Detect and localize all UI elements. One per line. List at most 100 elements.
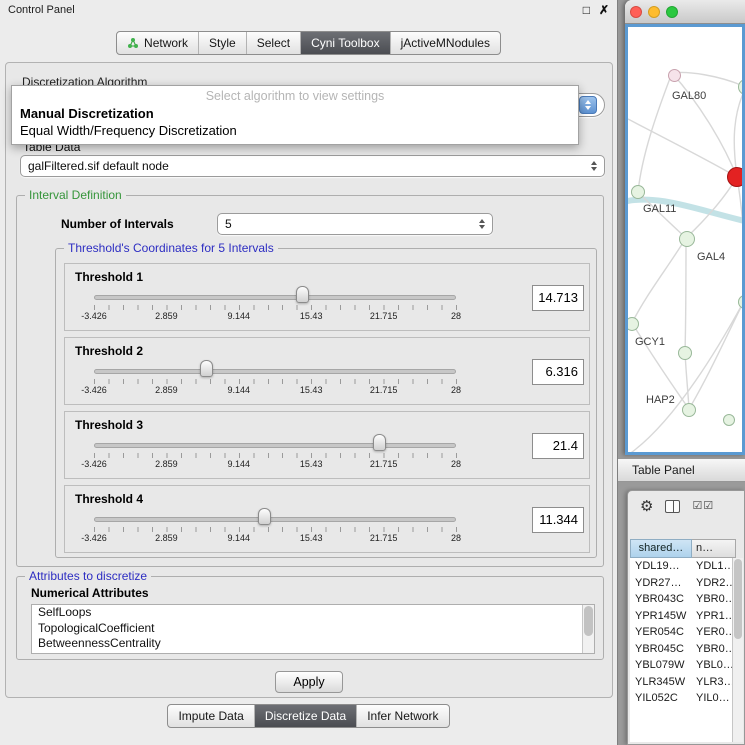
slider-thumb[interactable]	[200, 360, 213, 377]
slider-track[interactable]	[94, 369, 456, 374]
table-data-combobox[interactable]: galFiltered.sif default node	[20, 155, 605, 177]
cell[interactable]: YBL0…	[692, 657, 734, 674]
list-item[interactable]: SelfLoops	[32, 605, 594, 621]
tab-network-label: Network	[144, 36, 188, 50]
threshold-value-field[interactable]: 14.713	[532, 285, 584, 311]
threshold-value-field[interactable]: 21.4	[532, 433, 584, 459]
close-window-icon[interactable]: ✗	[599, 3, 609, 17]
cell[interactable]: YLR345W	[630, 674, 692, 691]
network-node[interactable]	[625, 317, 639, 331]
tab-infer-network[interactable]: Infer Network	[356, 705, 448, 727]
slider-thumb[interactable]	[296, 286, 309, 303]
cell[interactable]: YPR1…	[692, 608, 734, 625]
columns-icon[interactable]	[665, 500, 680, 513]
threshold-slider[interactable]: -3.426 2.859 9.144 15.43 21.715 28	[94, 412, 456, 480]
slider-track[interactable]	[94, 295, 456, 300]
number-of-intervals-combobox[interactable]: 5	[217, 213, 493, 235]
close-traffic-light-icon[interactable]	[630, 6, 642, 18]
tab-jactivemnodules-label: jActiveMNodules	[401, 36, 490, 50]
list-item[interactable]: TopologicalCoefficient	[32, 621, 594, 637]
combobox-stepper-icon[interactable]	[479, 219, 485, 229]
cell[interactable]: YBR045C	[630, 641, 692, 658]
slider-track[interactable]	[94, 517, 456, 522]
tab-discretize-data[interactable]: Discretize Data	[254, 705, 356, 727]
table-row[interactable]: YPR145WYPR1…	[630, 608, 734, 625]
threshold-value-field[interactable]: 6.316	[532, 359, 584, 385]
scrollbar-thumb[interactable]	[734, 559, 742, 639]
threshold-value-field[interactable]: 11.344	[532, 507, 584, 533]
axis-tick-label: 15.43	[300, 385, 323, 395]
tab-jactivemnodules[interactable]: jActiveMNodules	[390, 32, 500, 54]
float-window-icon[interactable]: □	[583, 3, 590, 17]
column-header-name[interactable]: n…	[692, 539, 736, 558]
attributes-scrollbar[interactable]	[582, 605, 594, 653]
tab-network[interactable]: Network	[117, 32, 198, 54]
network-node[interactable]	[679, 231, 695, 247]
threshold-slider[interactable]: -3.426 2.859 9.144 15.43 21.715 28	[94, 338, 456, 406]
cell[interactable]: YIL0…	[692, 690, 734, 707]
slider-track[interactable]	[94, 443, 456, 448]
network-node[interactable]	[631, 185, 645, 199]
tab-impute-data[interactable]: Impute Data	[168, 705, 253, 727]
table-panel-header[interactable]: Table Panel	[618, 458, 745, 482]
table-row[interactable]: YIL052CYIL0…	[630, 690, 734, 707]
attributes-list[interactable]: SelfLoops TopologicalCoefficient Between…	[31, 604, 595, 654]
tab-style-label: Style	[209, 36, 236, 50]
cell[interactable]: YER0…	[692, 624, 734, 641]
tab-cyni-toolbox[interactable]: Cyni Toolbox	[300, 32, 389, 54]
cell[interactable]: YBL079W	[630, 657, 692, 674]
slider-ticks	[94, 379, 457, 384]
checkboxes-icon[interactable]: ☑☑	[692, 501, 714, 512]
combobox-stepper-icon[interactable]	[579, 96, 597, 114]
slider-thumb[interactable]	[373, 434, 386, 451]
popup-option-equal-width[interactable]: Equal Width/Frequency Discretization	[12, 122, 578, 139]
cell[interactable]: YDL1…	[692, 558, 734, 575]
network-node[interactable]	[668, 69, 681, 82]
tab-select[interactable]: Select	[246, 32, 300, 54]
list-item[interactable]: BetweennessCentrality	[32, 636, 594, 652]
cell[interactable]: YDL19…	[630, 558, 692, 575]
slider-thumb[interactable]	[258, 508, 271, 525]
network-node[interactable]	[682, 403, 696, 417]
network-node[interactable]	[738, 295, 745, 309]
numerical-attributes-label: Numerical Attributes	[31, 586, 149, 600]
cell[interactable]: YPR145W	[630, 608, 692, 625]
axis-tick-label: 15.43	[300, 533, 323, 543]
cell[interactable]: YBR0…	[692, 591, 734, 608]
gear-icon[interactable]: ⚙	[640, 499, 653, 514]
network-node[interactable]	[723, 414, 735, 426]
apply-button[interactable]: Apply	[275, 671, 343, 693]
column-header-shared-name[interactable]: shared…	[630, 539, 692, 558]
network-node[interactable]	[678, 346, 692, 360]
table-scrollbar[interactable]	[732, 558, 743, 742]
network-node-selected[interactable]	[727, 167, 745, 187]
cell[interactable]: YDR2…	[692, 575, 734, 592]
tab-style[interactable]: Style	[198, 32, 246, 54]
axis-tick-label: 28	[451, 385, 461, 395]
control-panel-window: Control Panel □ ✗ Network Style Select C…	[0, 0, 618, 745]
table-row[interactable]: YBR045CYBR0…	[630, 641, 734, 658]
combobox-stepper-icon[interactable]	[591, 161, 597, 171]
table-row[interactable]: YBL079WYBL0…	[630, 657, 734, 674]
cell[interactable]: YER054C	[630, 624, 692, 641]
network-canvas[interactable]: GAL80 GAL11 GAL4 GCY1 HAP2	[625, 24, 745, 455]
cell[interactable]: YLR3…	[692, 674, 734, 691]
popup-option-manual-discretization[interactable]: Manual Discretization	[12, 105, 578, 122]
threshold-slider[interactable]: -3.426 2.859 9.144 15.43 21.715 28	[94, 264, 456, 332]
axis-tick-label: -3.426	[81, 459, 107, 469]
cell[interactable]: YBR043C	[630, 591, 692, 608]
table-row[interactable]: YLR345WYLR3…	[630, 674, 734, 691]
table-row[interactable]: YER054CYER0…	[630, 624, 734, 641]
table-row[interactable]: YDL19…YDL1…	[630, 558, 734, 575]
scrollbar-thumb[interactable]	[584, 606, 593, 636]
threshold-slider[interactable]: -3.426 2.859 9.144 15.43 21.715 28	[94, 486, 456, 554]
cell[interactable]: YDR27…	[630, 575, 692, 592]
zoom-traffic-light-icon[interactable]	[666, 6, 678, 18]
table-body[interactable]: YDL19…YDL1… YDR27…YDR2… YBR043CYBR0… YPR…	[630, 558, 734, 742]
minimize-traffic-light-icon[interactable]	[648, 6, 660, 18]
table-row[interactable]: YDR27…YDR2…	[630, 575, 734, 592]
cell[interactable]: YIL052C	[630, 690, 692, 707]
axis-tick-label: 21.715	[370, 533, 398, 543]
table-row[interactable]: YBR043CYBR0…	[630, 591, 734, 608]
cell[interactable]: YBR0…	[692, 641, 734, 658]
